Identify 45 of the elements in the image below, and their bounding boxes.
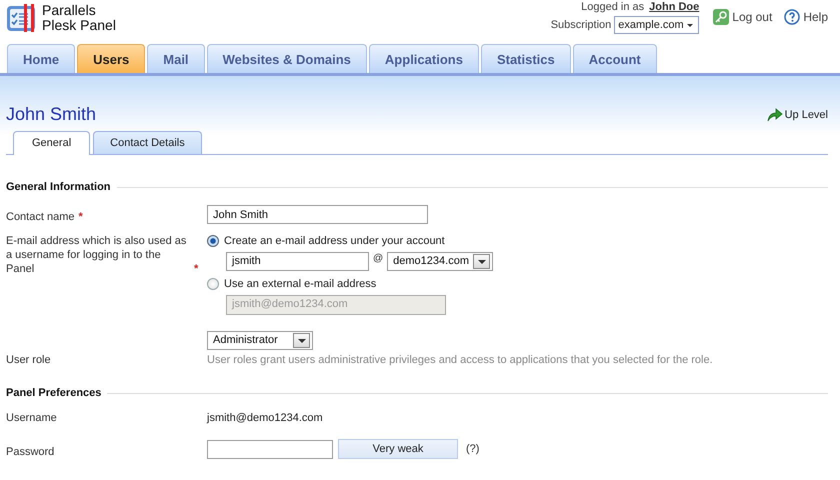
- up-level-link[interactable]: Up Level: [766, 107, 828, 122]
- help-link[interactable]: (?): [466, 442, 480, 456]
- arrow-icon: [766, 107, 783, 122]
- field-label: E-mail address which is also used as a username for logging in to the Panel: [6, 234, 188, 276]
- nav-tab[interactable]: Applications: [368, 44, 479, 73]
- password-field[interactable]: [207, 440, 333, 458]
- section-heading: Panel Preferences: [6, 387, 102, 399]
- logout-link[interactable]: Log out: [713, 0, 772, 25]
- role-select[interactable]: Administrator: [207, 331, 313, 350]
- input-field[interactable]: jsmith: [226, 252, 369, 271]
- field-label: Password: [6, 445, 54, 459]
- radio-button[interactable]: [207, 235, 219, 247]
- field-value: jsmith@demo1234.com: [207, 412, 323, 424]
- key-icon: [713, 9, 730, 25]
- logged-in-label: Logged in as: [581, 1, 644, 13]
- radio-label: Create an e-mail address under your account: [224, 234, 445, 248]
- nav-tab[interactable]: Account: [572, 44, 657, 73]
- nav-tab[interactable]: Home: [7, 44, 76, 73]
- logo-text: Plesk Panel: [42, 18, 116, 33]
- page-title: John Smith: [6, 104, 96, 125]
- subscription-label: Subscription: [550, 19, 612, 31]
- hint-text: User roles grant users administrative privileges and access to applications that you selected for the role.: [207, 353, 714, 367]
- help-icon: [784, 9, 800, 25]
- sub-tab[interactable]: General: [13, 131, 90, 155]
- logo-text: Parallels: [42, 3, 97, 18]
- nav-tab[interactable]: Statistics: [480, 44, 571, 73]
- required-mark: *: [78, 210, 83, 224]
- input-field[interactable]: John Smith: [207, 205, 428, 224]
- nav-tab[interactable]: Websites & Domains: [206, 44, 367, 73]
- subscription-select[interactable]: example.com: [614, 16, 700, 34]
- strength-meter: Very weak: [338, 439, 458, 459]
- help-link[interactable]: Help: [784, 0, 828, 25]
- field-label: Contact name: [6, 210, 74, 224]
- radio-label: Use an external e-mail address: [224, 277, 376, 291]
- user-link[interactable]: John Doe: [649, 1, 700, 13]
- logo-icon: [6, 3, 36, 33]
- nav-tab[interactable]: Users: [77, 44, 146, 73]
- domain-select[interactable]: demo1234.com: [387, 252, 494, 271]
- sub-tab[interactable]: Contact Details: [93, 131, 202, 154]
- field-label: User role: [6, 353, 51, 367]
- at-sign: @: [373, 252, 384, 266]
- nav-tab[interactable]: Mail: [147, 44, 205, 73]
- required-mark: *: [194, 262, 198, 276]
- section-heading: General Information: [6, 181, 111, 193]
- field-label: Username: [6, 411, 57, 425]
